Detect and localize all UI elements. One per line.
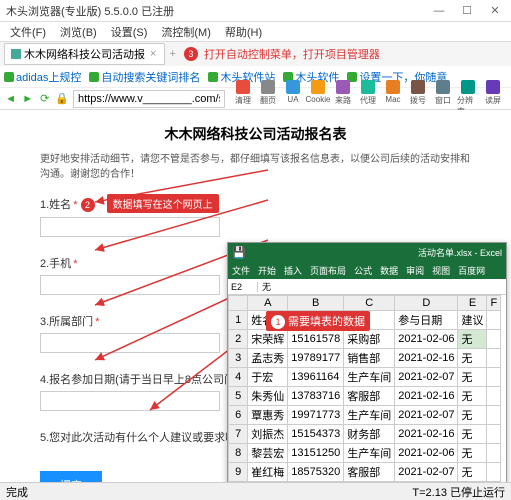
excel-window[interactable]: 💾 活动名单.xlsx - Excel 文件开始插入页面布局公式数据审阅视图百度… [227, 242, 507, 500]
menu-item[interactable]: 流控制(M) [155, 22, 217, 42]
phone-input[interactable] [40, 275, 220, 295]
menu-item[interactable]: 帮助(H) [219, 22, 268, 42]
address-input[interactable] [73, 90, 225, 108]
reload-button[interactable]: ⟳ [38, 90, 51, 108]
page-description: 更好地安排活动细节，请您不管是否参与，都仔细填写该报名信息表，以便公司后续的活动… [40, 152, 471, 182]
name-input[interactable] [40, 217, 220, 237]
tip-badge: 3 [184, 47, 198, 61]
date-input[interactable] [40, 391, 220, 411]
excel-menu-item[interactable]: 数据 [380, 264, 398, 277]
toolbar-link[interactable]: 自动搜索关键词排名 [89, 69, 200, 85]
lock-icon: 🔒 [55, 90, 69, 108]
toolbar-link[interactable]: adidas上规控 [4, 69, 81, 85]
menu-item[interactable]: 文件(F) [4, 22, 52, 42]
excel-note: 1需要填表的数据 [266, 311, 370, 331]
form-note: 数据填写在这个网页上 [107, 194, 219, 213]
minimize-button[interactable]: — [429, 3, 449, 19]
excel-title: 活动名单.xlsx - Excel [246, 246, 502, 259]
status-right: T=2.13 已停止运行 [412, 484, 505, 500]
excel-menu-item[interactable]: 开始 [258, 264, 276, 277]
window-title: 木头浏览器(专业版) 5.5.0.0 已注册 [6, 3, 429, 19]
excel-save-icon[interactable]: 💾 [232, 246, 246, 259]
excel-menu-item[interactable]: 插入 [284, 264, 302, 277]
menu-item[interactable]: 浏览(B) [54, 22, 103, 42]
excel-menu-item[interactable]: 页面布局 [310, 264, 346, 277]
excel-menu-item[interactable]: 百度网 [458, 264, 485, 277]
new-tab-button[interactable]: + [167, 48, 177, 60]
tab-icon [11, 49, 21, 59]
status-left: 完成 [6, 484, 28, 500]
maximize-button[interactable]: ☐ [457, 3, 477, 19]
excel-cell-ref[interactable]: E2 [228, 282, 258, 292]
excel-menu-item[interactable]: 公式 [354, 264, 372, 277]
back-button[interactable]: ◄ [4, 90, 17, 108]
tab-close-icon[interactable]: × [148, 48, 158, 60]
browser-tab[interactable]: 木木网络科技公司活动报 × [4, 43, 165, 65]
note-badge: 2 [81, 198, 95, 212]
excel-menu-item[interactable]: 文件 [232, 264, 250, 277]
tip-text: 打开自动控制菜单，打开项目管理器 [204, 46, 380, 62]
page-title: 木木网络科技公司活动报名表 [40, 124, 471, 144]
excel-menu-item[interactable]: 审阅 [406, 264, 424, 277]
menu-item[interactable]: 设置(S) [105, 22, 154, 42]
dept-input[interactable] [40, 333, 220, 353]
field-name-label: 1.姓名* 2 数据填写在这个网页上 [40, 194, 471, 213]
excel-formula-bar[interactable]: 无 [258, 280, 275, 293]
tab-label: 木木网络科技公司活动报 [24, 46, 145, 62]
forward-button[interactable]: ► [21, 90, 34, 108]
excel-menu-item[interactable]: 视图 [432, 264, 450, 277]
close-button[interactable]: ✕ [485, 3, 505, 19]
